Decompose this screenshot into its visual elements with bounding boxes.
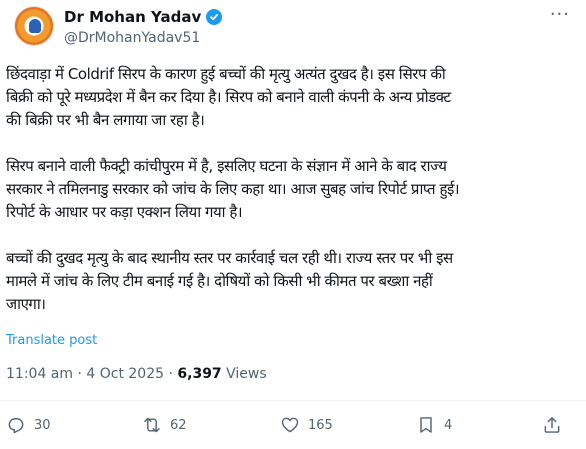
tweet-line: रिपोर्ट के आधार पर कड़ा एक्शन लिया गया ह… xyxy=(6,203,243,221)
tweet-line: जाएगा। xyxy=(6,295,46,313)
share-button[interactable] xyxy=(542,415,562,435)
tweet-paragraph-1: छिंदवाड़ा में Coldrif सिरप के कारण हुई ब… xyxy=(6,63,580,132)
tweet-line: बच्चों की दुखद मृत्यु के बाद स्थानीय स्त… xyxy=(6,249,453,267)
tweet-paragraph-3: बच्चों की दुखद मृत्यु के बाद स्थानीय स्त… xyxy=(6,247,580,316)
repost-icon xyxy=(144,417,160,433)
tweet-line: बिक्री को पूरे मध्यप्रदेश में बैन कर दिय… xyxy=(6,88,451,106)
like-count: 165 xyxy=(308,417,333,433)
share-icon xyxy=(544,417,560,433)
meta-separator: · xyxy=(77,366,82,382)
translate-post-link[interactable]: Translate post xyxy=(6,333,97,348)
tweet-text: छिंदवाड़ा में Coldrif सिरप के कारण हुई ब… xyxy=(6,63,580,316)
views-label: Views xyxy=(226,366,267,382)
tweet-meta: 11:04 am · 4 Oct 2025 · 6,397 Views xyxy=(6,366,267,382)
name-row: Dr Mohan Yadav xyxy=(64,8,223,26)
tweet-line: सिरप बनाने वाली फैक्ट्री कांचीपुरम में ह… xyxy=(6,157,447,175)
more-options-icon[interactable]: ··· xyxy=(550,6,570,24)
tweet-line: की बिक्री पर भी बैन लगाया जा रहा है। xyxy=(6,111,205,129)
avatar-figure-icon xyxy=(29,19,41,33)
avatar[interactable] xyxy=(14,6,54,46)
heart-icon xyxy=(281,417,299,433)
verified-badge-icon xyxy=(206,9,223,25)
reply-icon xyxy=(8,418,24,434)
reply-count: 30 xyxy=(34,417,51,433)
divider xyxy=(0,400,586,401)
meta-separator: · xyxy=(168,366,173,382)
tweet-line: छिंदवाड़ा में Coldrif सिरप के कारण हुई ब… xyxy=(6,65,446,83)
repost-button[interactable]: 62 xyxy=(142,415,187,435)
tweet-paragraph-2: सिरप बनाने वाली फैक्ट्री कांचीपुरम में ह… xyxy=(6,155,580,224)
reply-button[interactable]: 30 xyxy=(6,415,51,435)
author-handle[interactable]: @DrMohanYadav51 xyxy=(64,30,200,46)
repost-count: 62 xyxy=(170,417,187,433)
post-date[interactable]: 4 Oct 2025 xyxy=(86,366,164,382)
like-button[interactable]: 165 xyxy=(280,415,333,435)
author-display-name[interactable]: Dr Mohan Yadav xyxy=(64,8,201,26)
bookmark-button[interactable]: 4 xyxy=(416,415,452,435)
post-time[interactable]: 11:04 am xyxy=(6,366,73,382)
bookmark-icon xyxy=(420,417,432,433)
tweet-header: Dr Mohan Yadav @DrMohanYadav51 ··· xyxy=(14,6,574,50)
action-bar: 30 62 165 4 xyxy=(6,415,578,439)
tweet-line: सरकार ने तमिलनाडु सरकार को जांच के लिए क… xyxy=(6,180,460,198)
bookmark-count: 4 xyxy=(444,417,453,433)
views-count: 6,397 xyxy=(177,366,222,382)
tweet-line: मामले में जांच के लिए टीम बनाई गई है। दो… xyxy=(6,272,433,290)
